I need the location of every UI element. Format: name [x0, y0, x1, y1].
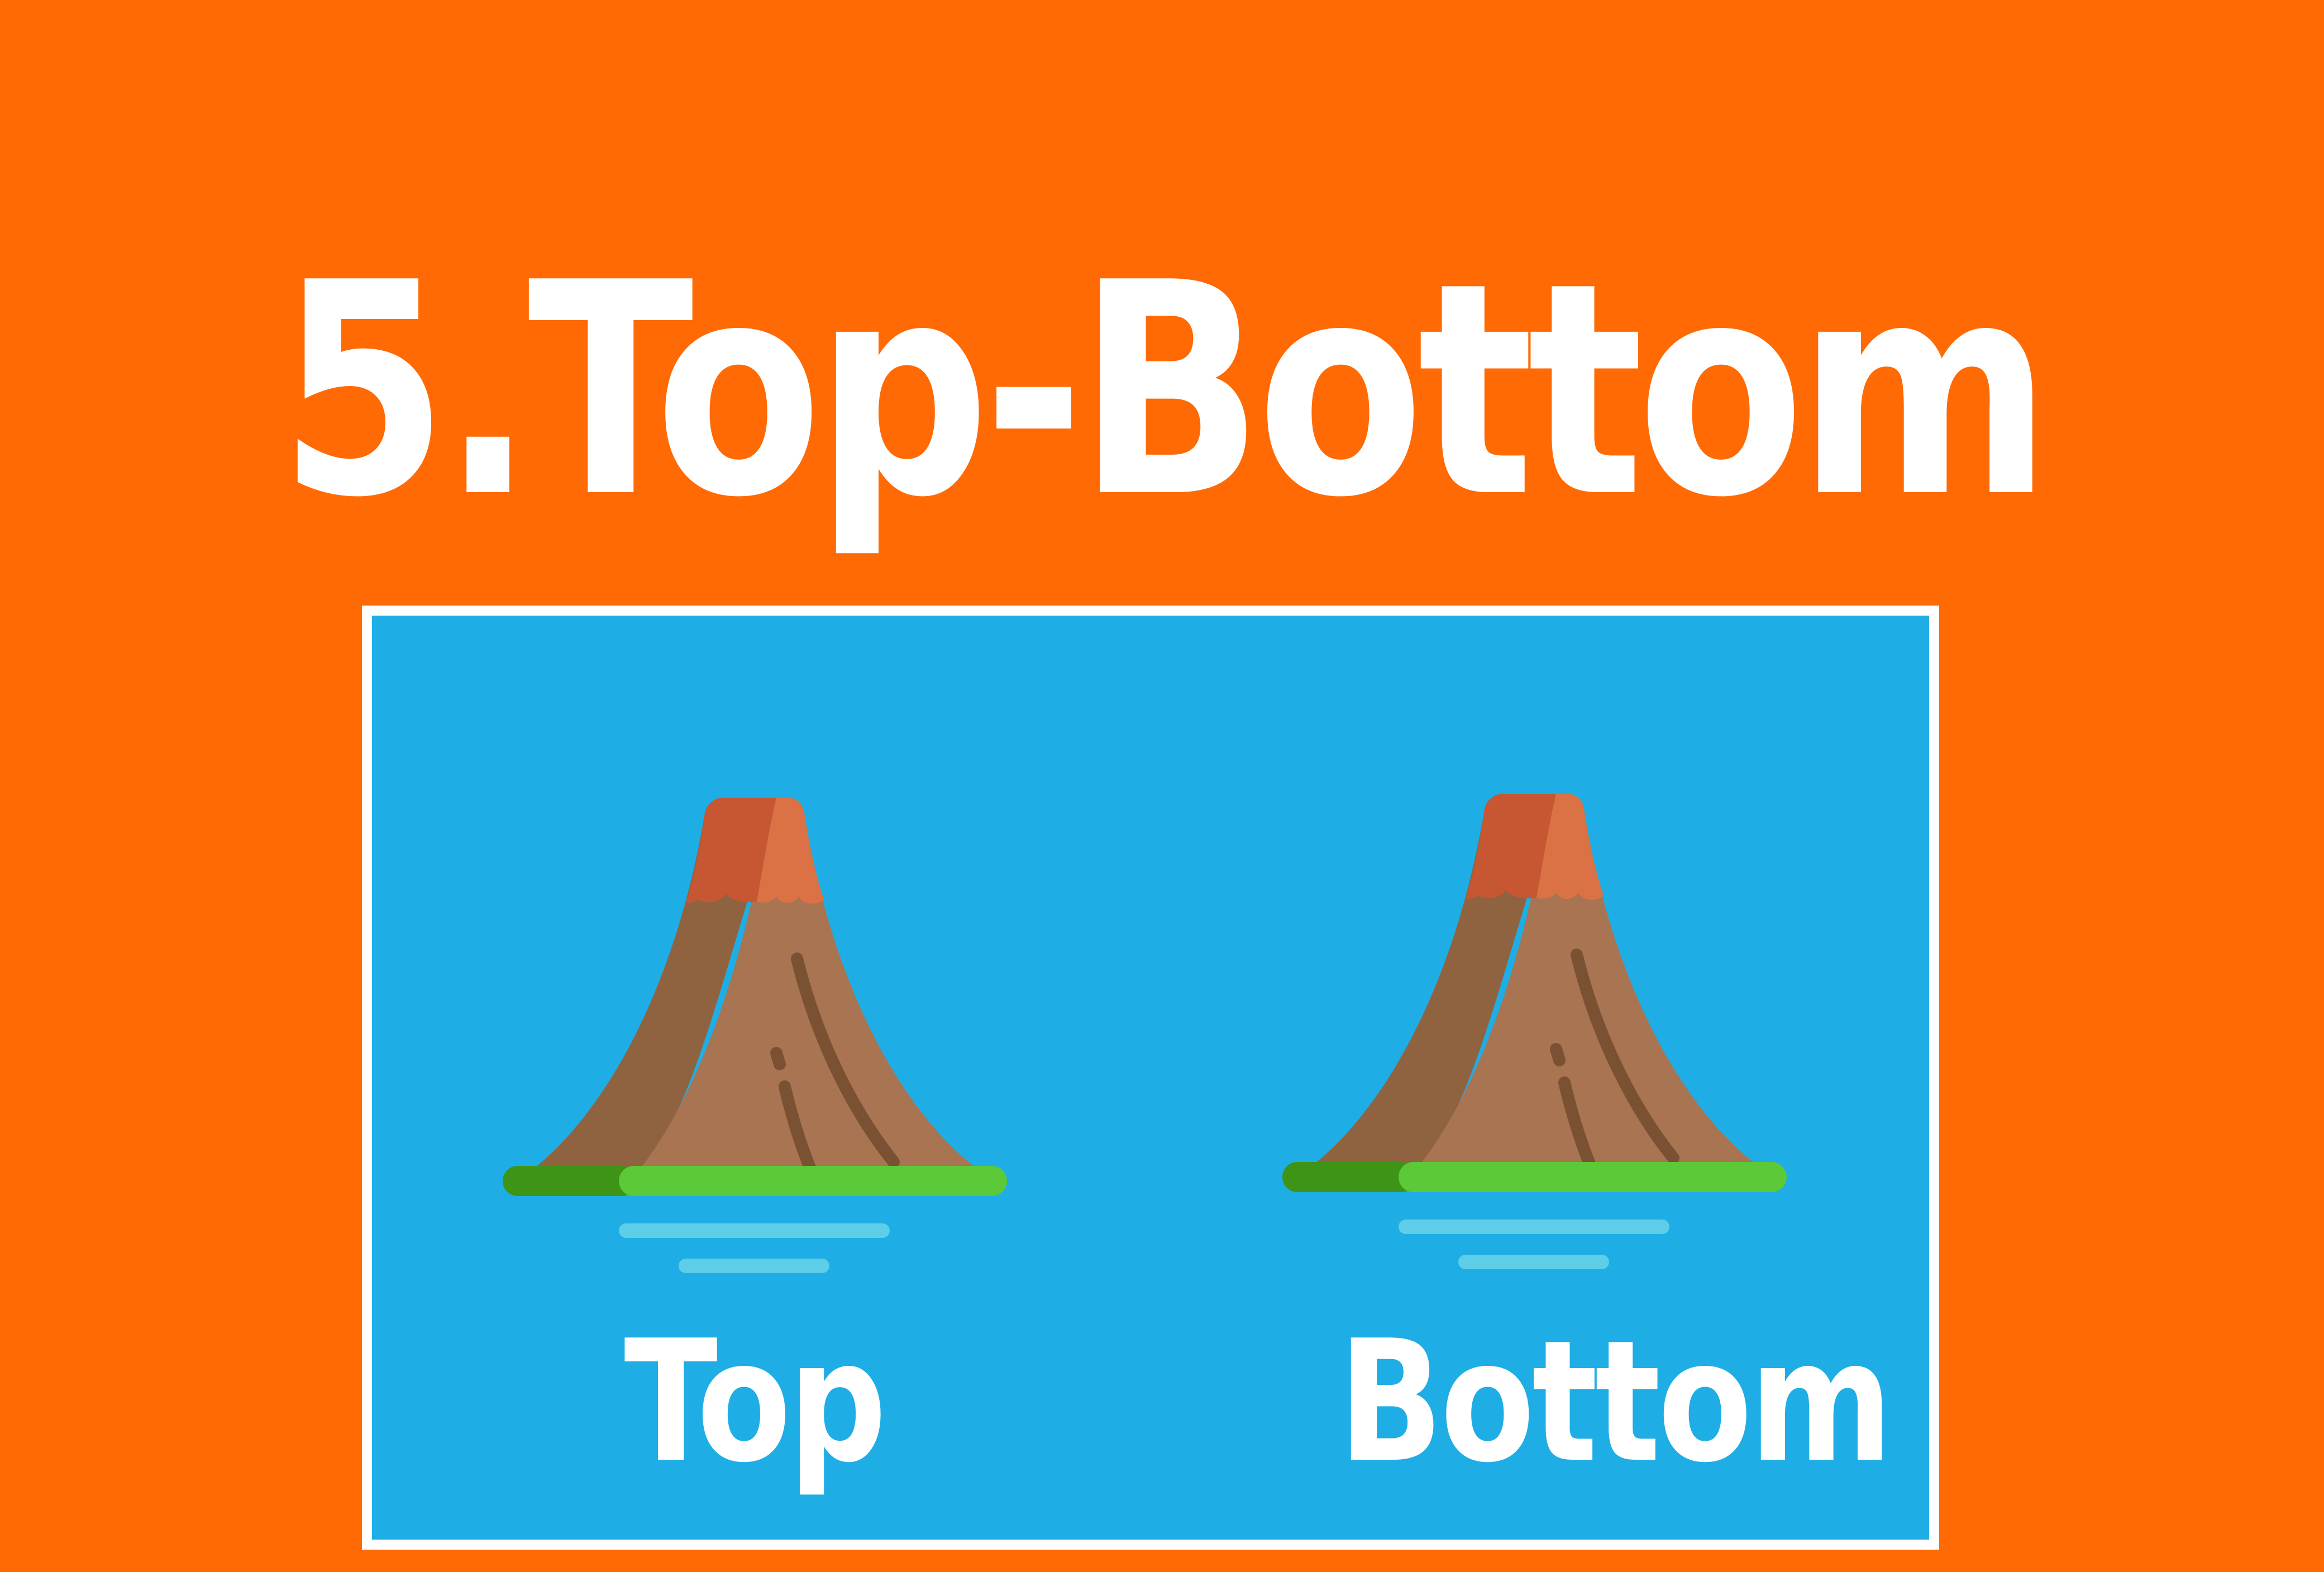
caption-top: Top: [624, 1304, 886, 1499]
grass-dark: [1282, 1162, 1416, 1192]
water-ripple-2: [679, 1259, 829, 1273]
volcano-right-icon: [1282, 794, 1787, 1269]
grass-light: [1399, 1162, 1787, 1192]
crack-dot: [1550, 1043, 1566, 1066]
water-ripple-2: [1458, 1255, 1609, 1269]
panel-illustrations: [503, 794, 1787, 1273]
volcano-left-icon: [503, 798, 1007, 1273]
crack-dot: [770, 1047, 786, 1070]
caption-bottom: Bottom: [1338, 1304, 1892, 1499]
water-ripple-1: [1399, 1220, 1669, 1234]
grass-light: [619, 1166, 1007, 1196]
water-ripple-1: [619, 1223, 890, 1238]
grass-dark: [503, 1166, 637, 1196]
